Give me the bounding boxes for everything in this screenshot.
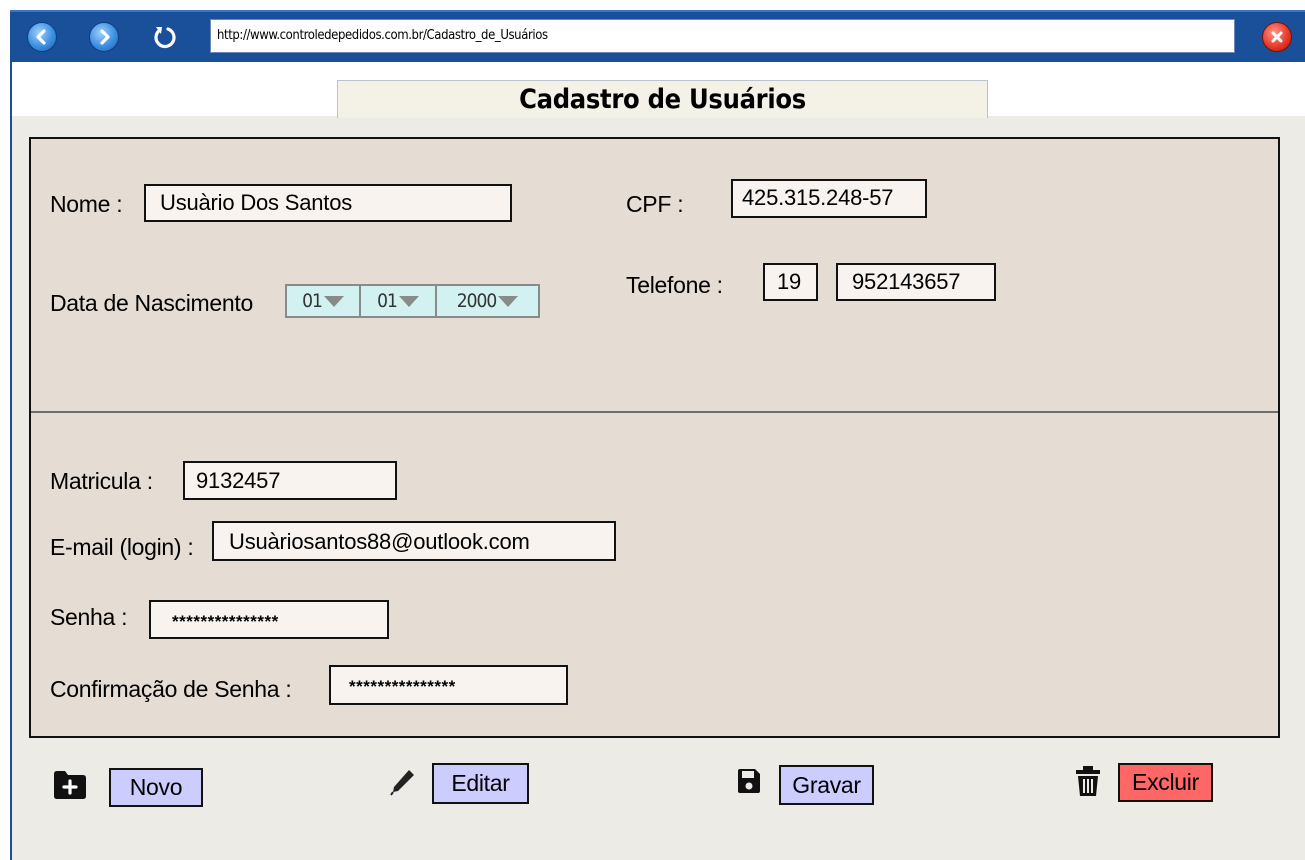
page-title: Cadastro de Usuários [337, 80, 988, 118]
chevron-down-icon [398, 295, 419, 307]
forward-arrow-icon[interactable] [89, 22, 119, 52]
senha-label: Senha : [50, 604, 128, 630]
address-bar[interactable]: http://www.controledepedidos.com.br/Cada… [210, 19, 1235, 53]
cpf-label: CPF : [626, 191, 684, 217]
reload-icon[interactable] [150, 22, 180, 52]
nascimento-label: Data de Nascimento [50, 290, 253, 316]
telefone-label: Telefone : [626, 272, 723, 298]
chevron-down-icon [323, 295, 344, 307]
nome-input[interactable]: Usuàrio Dos Santos [144, 184, 512, 222]
telefone-number-input[interactable]: 952143657 [836, 263, 996, 301]
matricula-label: Matricula : [50, 468, 153, 494]
month-select[interactable]: 01 [361, 286, 437, 316]
telefone-ddd-input[interactable]: 19 [763, 263, 818, 301]
nome-label: Nome : [50, 191, 123, 217]
excluir-button[interactable]: Excluir [1118, 763, 1213, 802]
day-value: 01 [302, 290, 323, 312]
day-select[interactable]: 01 [287, 286, 361, 316]
folder-plus-icon[interactable] [53, 769, 87, 801]
novo-button[interactable]: Novo [109, 768, 203, 807]
cpf-input[interactable]: 425.315.248-57 [731, 179, 927, 218]
confirmacao-label: Confirmação de Senha : [50, 676, 292, 702]
user-form-panel [29, 137, 1280, 738]
senha-input[interactable]: *************** [149, 600, 389, 639]
section-divider [31, 411, 1278, 413]
editar-button[interactable]: Editar [432, 763, 529, 804]
email-label: E-mail (login) : [50, 534, 194, 560]
gravar-button[interactable]: Gravar [779, 765, 874, 805]
month-value: 01 [377, 290, 398, 312]
matricula-input[interactable]: 9132457 [183, 461, 397, 500]
nascimento-selects: 01 01 2000 [285, 284, 540, 318]
confirmacao-input[interactable]: *************** [329, 665, 568, 705]
chevron-down-icon [498, 295, 519, 307]
pencil-icon[interactable] [389, 766, 417, 798]
floppy-disk-icon[interactable] [736, 767, 762, 795]
trash-icon[interactable] [1073, 763, 1103, 799]
year-value: 2000 [456, 290, 497, 312]
back-arrow-icon[interactable] [27, 22, 57, 52]
year-select[interactable]: 2000 [437, 286, 538, 316]
close-icon[interactable] [1262, 22, 1292, 52]
email-input[interactable]: Usuàriosantos88@outlook.com [212, 521, 616, 561]
